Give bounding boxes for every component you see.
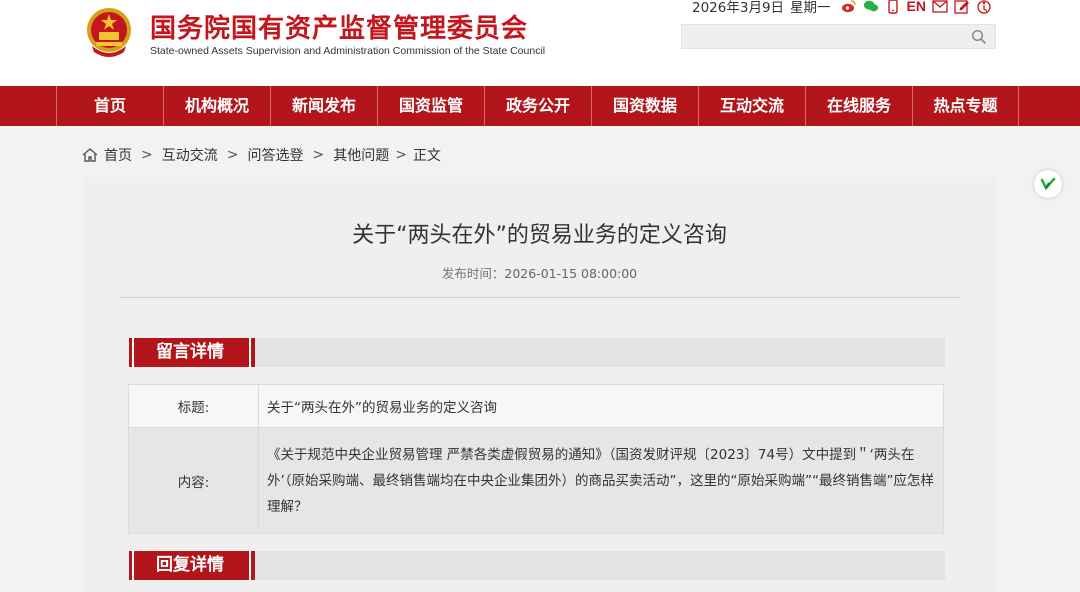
nav-item-gov-affairs[interactable]: 政务公开 (484, 86, 591, 126)
date-bar: 2026年3月9日 星期一 EN (692, 0, 992, 16)
title-value: 关于“两头在外”的贸易业务的定义咨询 (258, 384, 944, 428)
content-label: 内容: (128, 427, 259, 534)
publish-time: 发布时间：2026-01-15 08:00:00 (83, 263, 996, 282)
breadcrumb: 首页 > 互动交流 > 问答选登 > 其他问题 > 正文 (82, 145, 441, 165)
home-icon (82, 148, 98, 162)
publish-time-label: 发布时间： (441, 266, 505, 281)
reply-section-header: 回复详情 (129, 551, 945, 580)
site-title-en[interactable]: State-owned Assets Supervision and Admin… (150, 45, 545, 57)
site-title-cn[interactable]: 国务院国有资产监督管理委员会 (150, 8, 528, 45)
breadcrumb-interaction[interactable]: 互动交流 (162, 145, 218, 165)
search-input[interactable] (682, 25, 962, 48)
current-date: 2026年3月9日 (692, 0, 785, 16)
nav-item-supervision[interactable]: 国资监管 (377, 86, 484, 126)
breadcrumb-home[interactable]: 首页 (104, 145, 132, 165)
national-emblem-icon[interactable] (84, 6, 134, 58)
english-link[interactable]: EN (907, 0, 926, 14)
title-label: 标题: (128, 384, 259, 428)
nav-item-home[interactable]: 首页 (56, 86, 163, 126)
breadcrumb-separator: > (395, 147, 407, 163)
float-assistant-icon[interactable] (1034, 170, 1062, 198)
wechat-icon[interactable] (863, 0, 879, 14)
main-nav-list: 首页 机构概况 新闻发布 国资监管 政务公开 国资数据 互动交流 在线服务 热点… (56, 86, 1019, 126)
nav-item-news[interactable]: 新闻发布 (270, 86, 377, 126)
table-row: 标题: 关于“两头在外”的贸易业务的定义咨询 (128, 384, 944, 428)
search-box (681, 24, 996, 49)
breadcrumb-separator: > (226, 147, 239, 163)
breadcrumb-separator: > (141, 147, 153, 163)
message-section-header: 留言详情 (129, 338, 945, 367)
nav-item-about[interactable]: 机构概况 (163, 86, 270, 126)
nav-item-data[interactable]: 国资数据 (591, 86, 698, 126)
check-brand-icon (1040, 177, 1056, 191)
accessibility-icon[interactable] (976, 0, 992, 14)
breadcrumb-qa[interactable]: 问答选登 (247, 145, 303, 165)
weibo-icon[interactable] (841, 0, 857, 14)
reply-section-title: 回复详情 (129, 551, 255, 580)
breadcrumb-other[interactable]: 其他问题 (333, 145, 389, 165)
edit-icon[interactable] (954, 0, 970, 14)
publish-time-value: 2026-01-15 08:00:00 (504, 266, 638, 281)
nav-item-services[interactable]: 在线服务 (805, 86, 912, 126)
breadcrumb-current: 正文 (412, 148, 441, 164)
nav-item-topics[interactable]: 热点专题 (912, 86, 1019, 126)
message-table: 标题: 关于“两头在外”的贸易业务的定义咨询 内容: 《关于规范中央企业贸易管理… (128, 384, 944, 534)
page-title: 关于“两头在外”的贸易业务的定义咨询 (352, 223, 727, 248)
current-weekday: 星期一 (790, 0, 831, 16)
nav-item-interaction[interactable]: 互动交流 (698, 86, 805, 126)
mobile-icon[interactable] (885, 0, 901, 14)
site-header: 国务院国有资产监督管理委员会 State-owned Assets Superv… (0, 0, 1080, 86)
message-section-title: 留言详情 (129, 338, 255, 367)
breadcrumb-separator: > (312, 147, 325, 163)
article-panel: 关于“两头在外”的贸易业务的定义咨询 发布时间：2026-01-15 08:00… (83, 177, 996, 592)
search-icon[interactable] (971, 29, 987, 45)
mail-icon[interactable] (932, 0, 948, 14)
content-value: 《关于规范中央企业贸易管理 严禁各类虚假贸易的通知》（国资发财评规〔2023〕7… (258, 427, 944, 534)
title-divider (120, 297, 960, 298)
main-nav: 首页 机构概况 新闻发布 国资监管 政务公开 国资数据 互动交流 在线服务 热点… (0, 86, 1080, 126)
table-row: 内容: 《关于规范中央企业贸易管理 严禁各类虚假贸易的通知》（国资发财评规〔20… (128, 427, 944, 534)
top-icon-group: EN (841, 0, 992, 14)
